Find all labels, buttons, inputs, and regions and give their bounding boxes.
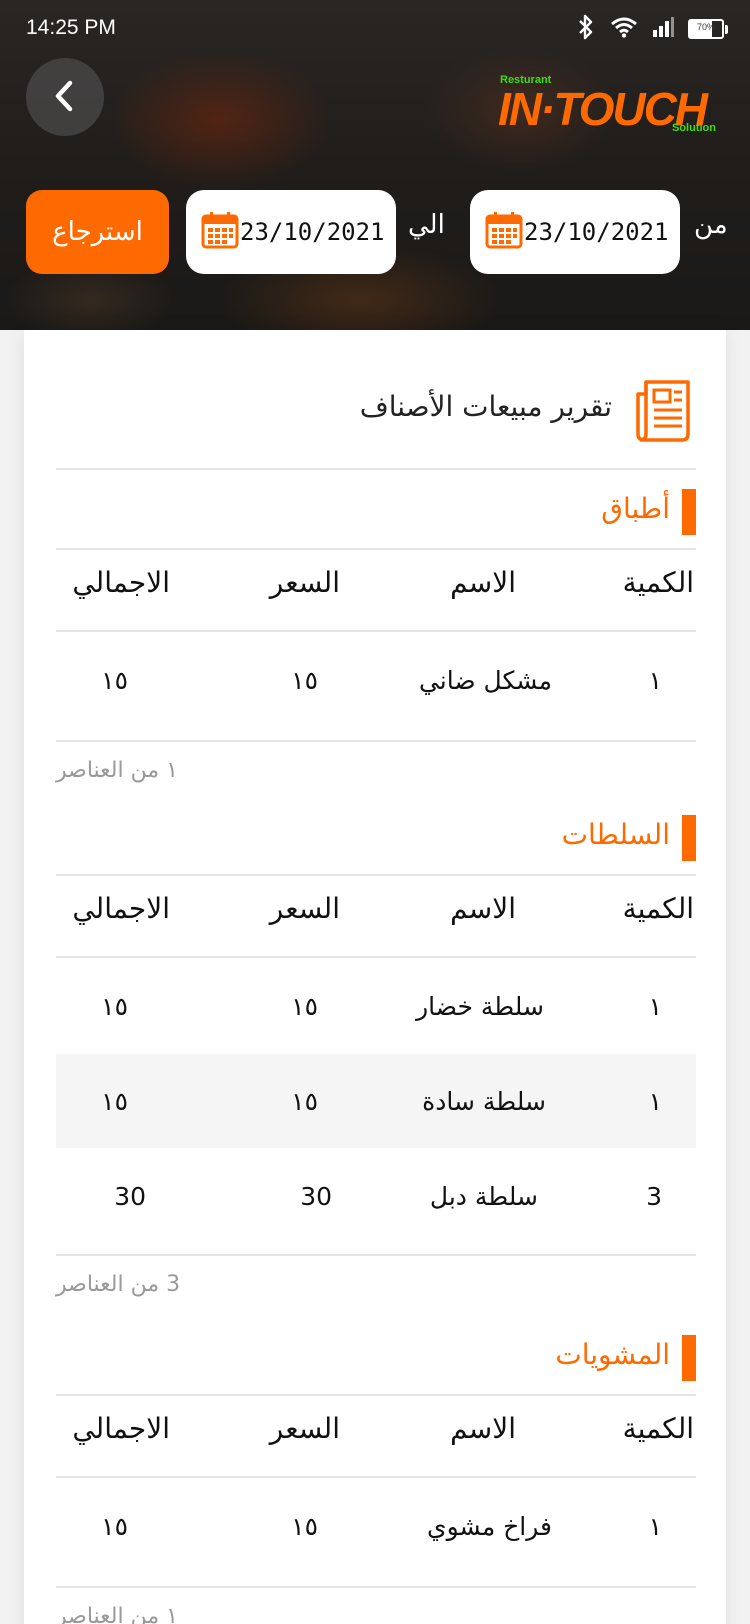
from-label: من — [694, 210, 728, 240]
to-label: الي — [408, 210, 445, 240]
retrieve-button[interactable]: استرجاع — [26, 190, 169, 274]
report-document-icon — [634, 378, 692, 446]
cell-qty: ١ — [648, 1087, 662, 1116]
cell-name: سلطة خضار — [416, 992, 544, 1021]
cell-price: 30 — [300, 1182, 332, 1211]
cell-name: مشكل ضاني — [418, 666, 552, 695]
section-marker — [682, 489, 696, 535]
cell-qty: ١ — [648, 1512, 662, 1541]
column-name: الاسم — [450, 892, 516, 925]
logo-bottom-text: Solution — [672, 122, 716, 134]
column-qty: الكمية — [622, 892, 694, 925]
chevron-left-icon — [52, 79, 78, 116]
cell-price: ١٥ — [291, 1512, 318, 1541]
cell-price: ١٥ — [291, 666, 318, 695]
cell-qty: ١ — [648, 666, 662, 695]
column-name: الاسم — [450, 566, 516, 599]
report-card: تقرير مبيعات الأصناف أطباق الكمية الاسم … — [24, 330, 726, 1624]
section-title: أطباق — [601, 492, 670, 525]
bluetooth-icon — [576, 14, 596, 44]
wifi-icon — [610, 16, 638, 42]
column-qty: الكمية — [622, 1412, 694, 1445]
status-bar: 14:25 PM 70% — [0, 0, 750, 56]
cell-qty: ١ — [648, 992, 662, 1021]
section-divider — [56, 874, 696, 876]
column-total: الاجمالي — [72, 566, 170, 599]
report-title: تقرير مبيعات الأصناف — [359, 390, 612, 423]
cell-name: سلطة سادة — [422, 1087, 546, 1116]
cell-name: سلطة دبل — [429, 1182, 538, 1211]
column-name: الاسم — [450, 1412, 516, 1445]
row-divider — [56, 740, 696, 742]
column-total: الاجمالي — [72, 892, 170, 925]
report-header: تقرير مبيعات الأصناف — [24, 330, 726, 470]
section-title: السلطات — [561, 818, 670, 851]
header-row-divider — [56, 630, 696, 632]
column-price: السعر — [269, 566, 340, 599]
cell-total: 30 — [114, 1182, 146, 1211]
header-divider — [56, 468, 696, 470]
row-divider — [56, 1586, 696, 1588]
from-date-field[interactable]: 23/10/2021 — [470, 190, 680, 274]
cell-total: ١٥ — [101, 1087, 128, 1116]
calendar-icon — [484, 210, 524, 254]
section-divider — [56, 548, 696, 550]
battery-icon: 70% — [688, 19, 728, 39]
signal-icon — [652, 16, 674, 42]
to-date-value: 23/10/2021 — [240, 218, 385, 246]
header-row-divider — [56, 956, 696, 958]
column-price: السعر — [269, 892, 340, 925]
column-price: السعر — [269, 1412, 340, 1445]
status-time: 14:25 PM — [26, 16, 116, 39]
cell-qty: 3 — [646, 1182, 662, 1211]
section-marker — [682, 1335, 696, 1381]
section-marker — [682, 815, 696, 861]
row-divider — [56, 1254, 696, 1256]
item-count: 3 من العناصر — [56, 1272, 181, 1297]
cell-price: ١٥ — [291, 992, 318, 1021]
cell-price: ١٥ — [291, 1087, 318, 1116]
to-date-field[interactable]: 23/10/2021 — [186, 190, 396, 274]
table-row-highlight — [56, 1054, 696, 1148]
section-title: المشويات — [555, 1338, 670, 1371]
calendar-icon — [200, 210, 240, 254]
back-button[interactable] — [26, 58, 104, 136]
status-icons: 70% — [576, 14, 728, 44]
logo: Resturant IN·TOUCH Solution — [498, 72, 728, 138]
from-date-value: 23/10/2021 — [524, 218, 669, 246]
column-total: الاجمالي — [72, 1412, 170, 1445]
cell-total: ١٥ — [101, 666, 128, 695]
date-filter-row: استرجاع 23/10/2021 الي 23/10/2021 من — [0, 190, 750, 274]
column-qty: الكمية — [622, 566, 694, 599]
section-divider — [56, 1394, 696, 1396]
battery-percent: 70% — [696, 22, 715, 32]
item-count: ١ من العناصر — [56, 1604, 178, 1624]
cell-name: فراخ مشوي — [427, 1512, 552, 1541]
cell-total: ١٥ — [101, 992, 128, 1021]
header-row-divider — [56, 1476, 696, 1478]
cell-total: ١٥ — [101, 1512, 128, 1541]
item-count: ١ من العناصر — [56, 758, 178, 783]
